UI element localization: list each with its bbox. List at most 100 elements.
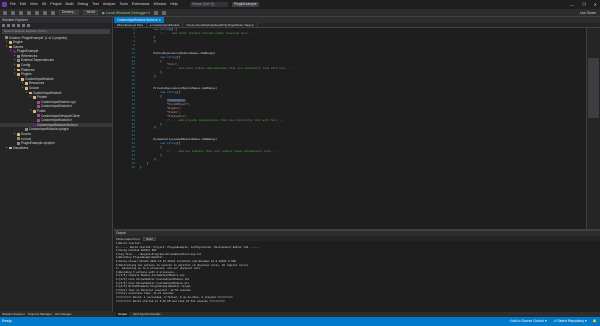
output-line: ========== Build started at 3:48 PM and …: [116, 299, 225, 303]
tree-item-label: Visualizers: [12, 145, 29, 150]
code-token: string: [166, 142, 177, 146]
menu-item-tools[interactable]: Tools: [120, 0, 128, 9]
start-debugging-button[interactable]: ▶ Local Windows Debugger ▾: [102, 11, 150, 15]
menu-item-project[interactable]: Project: [50, 0, 61, 9]
file-icon: [25, 128, 28, 132]
sync-icon[interactable]: [7, 24, 10, 27]
properties-icon[interactable]: [27, 24, 30, 27]
platform-dropdown[interactable]: Win64: [83, 10, 99, 15]
file-icon: [17, 137, 20, 141]
file-icon: [17, 68, 20, 72]
code-token: "InputCore": [166, 98, 186, 102]
file-icon: [21, 77, 24, 81]
refresh-icon[interactable]: [12, 24, 15, 27]
file-icon: [9, 146, 12, 150]
code-token: (: [213, 51, 216, 55]
menu-item-build[interactable]: Build: [66, 0, 74, 9]
minimize-icon[interactable]: —: [570, 0, 574, 9]
menu-item-analyze[interactable]: Analyze: [103, 0, 116, 9]
scrollbar-minimap[interactable]: [586, 28, 600, 229]
code-area[interactable]: new string[] { // ... add other private …: [140, 28, 570, 229]
code-token: PrivateDependencyModuleNames: [153, 87, 201, 91]
forward-icon[interactable]: [11, 10, 15, 15]
menu-item-help[interactable]: Help: [170, 0, 177, 9]
file-icon: [17, 54, 20, 58]
add-to-source-control-button[interactable]: ↑ Add to Source Control ▾: [508, 317, 546, 326]
search-input[interactable]: Search (Ctrl+Q): [190, 2, 228, 7]
undo-icon[interactable]: [43, 10, 47, 15]
show-all-files-icon[interactable]: [22, 24, 25, 27]
code-editor: CustomInputModule.Build.cs ✕ Miscellaneo…: [114, 17, 600, 229]
code-token: [] {: [170, 28, 177, 31]
title-bar: File Edit View Git Project Build Debug Test Anal…: [0, 0, 600, 9]
code-token: );: [140, 126, 157, 130]
menu-item-extensions[interactable]: Extensions: [132, 0, 150, 9]
file-icon: [13, 50, 16, 53]
tree-item-label: CustomInputModule.uplugin: [28, 127, 69, 132]
nav-dropdown[interactable]: ▸ CustomInputModule: [147, 22, 184, 28]
back-icon[interactable]: [3, 10, 7, 15]
menu-item-window[interactable]: Window: [153, 0, 166, 9]
status-left: Ready: [2, 317, 12, 326]
code-token: "Core": [166, 63, 177, 67]
nav-dropdown[interactable]: CustomInputModule(ReadOnlyTargetRules Ta…: [183, 22, 258, 28]
attach-icon[interactable]: [153, 10, 158, 15]
file-icon: [29, 91, 32, 95]
configuration-dropdown[interactable]: Develop...: [59, 10, 80, 15]
code-line[interactable]: }: [140, 166, 570, 170]
code-token: []: [176, 91, 181, 94]
output-source-dropdown[interactable]: Build: [143, 236, 156, 241]
code-token: ,: [188, 102, 191, 106]
menu-item-edit[interactable]: Edit: [20, 0, 26, 9]
line-number: 40: [131, 165, 135, 169]
live-share-button[interactable]: Live Share: [580, 9, 596, 17]
status-right: ↑ Add to Source Control ▾ ⎇ Select Reposi…: [508, 317, 597, 326]
solution-explorer-panel: Solution Explorer Search Solution Explor…: [0, 17, 113, 317]
menu-bar: File Edit View Git Project Build Debug Test Anal…: [10, 0, 178, 9]
notifications-bell-icon[interactable]: 🔔: [593, 317, 597, 326]
menu-item-debug[interactable]: Debug: [78, 0, 89, 9]
code-token: "CoreUObject": [166, 102, 189, 106]
tree-item[interactable]: ▸ Visualizers: [0, 146, 112, 151]
show-output-label: Show output from:: [116, 236, 141, 241]
code-token: PublicDependencyModuleNames: [153, 51, 199, 55]
code-token: ,: [176, 63, 179, 67]
menu-item-view[interactable]: View: [30, 0, 38, 9]
redo-icon[interactable]: [51, 10, 55, 15]
code-token: AddRange: [200, 51, 214, 55]
close-icon[interactable]: ✕: [594, 0, 597, 9]
home-icon[interactable]: [2, 24, 5, 27]
menu-item-file[interactable]: File: [10, 0, 16, 9]
code-token: }: [140, 154, 162, 157]
select-repository-button[interactable]: ⎇ Select Repository ▾: [553, 317, 587, 326]
collapse-all-icon[interactable]: [17, 24, 20, 27]
breakpoint-icon[interactable]: [161, 10, 166, 15]
maximize-icon[interactable]: ❐: [582, 0, 586, 9]
solution-tree: Solution 'PluginExample' (1 of 2 project…: [0, 35, 112, 151]
code-token: (: [215, 87, 218, 91]
code-token: ,: [185, 114, 188, 118]
visual-studio-logo-icon: [2, 2, 7, 7]
code-token: // ... add other public dependencies tha…: [166, 67, 293, 71]
file-icon: [37, 105, 40, 109]
solution-search-input[interactable]: Search Solution Explorer (Ctrl+;): [2, 29, 110, 34]
code-token: string: [160, 28, 171, 31]
menu-item-git[interactable]: Git: [42, 0, 47, 9]
save-icon[interactable]: [27, 10, 31, 15]
save-all-icon[interactable]: [35, 10, 39, 15]
scrollbar-thumb[interactable]: [588, 58, 599, 118]
solution-explorer-toolbar: [0, 23, 112, 28]
new-file-icon[interactable]: [19, 10, 23, 15]
menu-item-test[interactable]: Test: [92, 0, 99, 9]
code-token: {: [140, 146, 162, 150]
nav-dropdown[interactable]: Miscellaneous Files: [114, 22, 148, 28]
file-icon: [25, 86, 28, 90]
file-icon: [37, 119, 40, 122]
